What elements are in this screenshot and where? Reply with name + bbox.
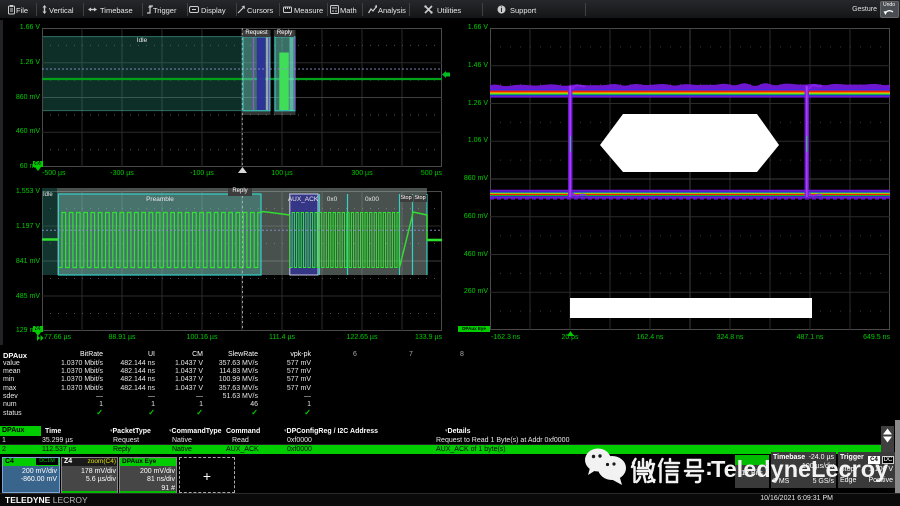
svg-text:i: i xyxy=(501,7,503,14)
